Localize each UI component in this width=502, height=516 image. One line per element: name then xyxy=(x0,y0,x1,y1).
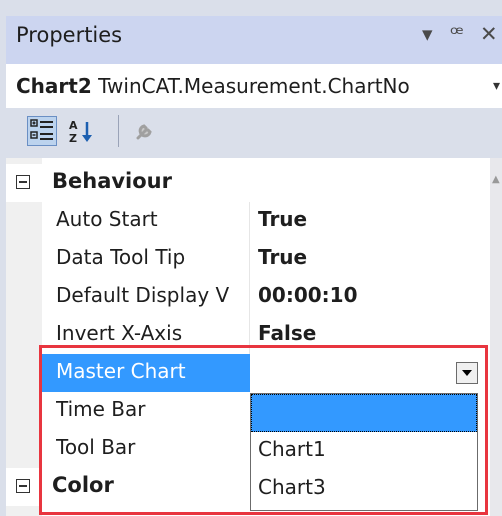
master-chart-combo[interactable] xyxy=(250,354,484,392)
window-title: Properties xyxy=(16,23,123,47)
category-label: Color xyxy=(52,473,114,497)
toolbar-separator xyxy=(118,115,119,147)
property-name-selected: Master Chart xyxy=(42,354,250,392)
scroll-up-icon[interactable]: ▲ xyxy=(492,174,500,185)
object-name: Chart2 xyxy=(16,74,92,98)
dropdown-button[interactable] xyxy=(456,362,478,384)
property-value[interactable]: False xyxy=(258,321,316,345)
property-row-data-tool-tip[interactable]: Data Tool Tip True xyxy=(42,240,490,278)
property-name: Time Bar xyxy=(56,397,146,421)
object-selector-text: Chart2 TwinCAT.Measurement.ChartNo xyxy=(16,74,410,98)
dropdown-option-chart1[interactable]: Chart1 xyxy=(251,432,477,470)
dropdown-option-empty[interactable] xyxy=(251,394,477,432)
column-divider xyxy=(249,202,250,240)
property-name: Data Tool Tip xyxy=(56,245,186,269)
property-name: Auto Start xyxy=(56,207,158,231)
property-value[interactable]: 00:00:10 xyxy=(258,283,358,307)
pin-icon[interactable]: ꟹ xyxy=(450,22,464,46)
category-label: Behaviour xyxy=(52,169,172,193)
property-value[interactable]: True xyxy=(258,245,307,269)
alphabetical-icon[interactable]: A Z xyxy=(67,116,97,146)
dropdown-option-label: Chart1 xyxy=(258,437,326,461)
master-chart-dropdown-list: Chart1 Chart3 xyxy=(250,393,478,511)
dropdown-option-chart3[interactable]: Chart3 xyxy=(251,470,477,508)
collapse-icon[interactable] xyxy=(16,175,30,189)
property-name: Tool Bar xyxy=(56,435,136,459)
grid-margin xyxy=(6,158,42,516)
properties-window: Properties ▾ ꟹ ✕ Chart2 TwinCAT.Measurem… xyxy=(0,0,502,516)
category-color[interactable]: Color xyxy=(6,468,250,506)
dropdown-option-label: Chart3 xyxy=(258,475,326,499)
property-value[interactable]: True xyxy=(258,207,307,231)
column-divider xyxy=(249,278,250,316)
categorized-icon[interactable] xyxy=(27,116,57,146)
property-name: Master Chart xyxy=(56,359,186,383)
column-divider xyxy=(249,240,250,278)
dropdown-arrow-icon[interactable]: ▾ xyxy=(422,22,433,46)
property-name: Invert X-Axis xyxy=(56,321,183,345)
property-row-invert-x-axis[interactable]: Invert X-Axis False xyxy=(42,316,490,354)
vertical-scrollbar[interactable] xyxy=(490,158,502,516)
chevron-down-icon[interactable]: ▾ xyxy=(493,78,500,94)
category-behaviour[interactable]: Behaviour xyxy=(6,164,490,202)
column-divider xyxy=(249,316,250,354)
property-row-master-chart[interactable]: Master Chart xyxy=(0,354,490,392)
svg-text:Z: Z xyxy=(69,132,77,145)
object-type: TwinCAT.Measurement.ChartNo xyxy=(98,74,410,98)
property-row-default-display[interactable]: Default Display V 00:00:10 xyxy=(42,278,490,316)
collapse-icon[interactable] xyxy=(16,479,30,493)
wrench-icon[interactable] xyxy=(130,116,160,146)
property-name: Default Display V xyxy=(56,283,230,307)
svg-text:A: A xyxy=(69,119,78,132)
close-icon[interactable]: ✕ xyxy=(480,22,498,46)
property-row-auto-start[interactable]: Auto Start True xyxy=(42,202,490,240)
